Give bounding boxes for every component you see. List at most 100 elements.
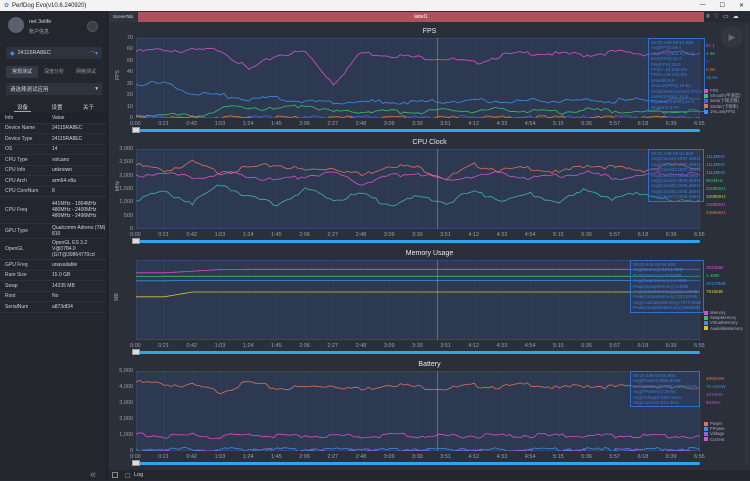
- info-key: Root: [0, 293, 52, 299]
- x-tick: 3:09: [384, 121, 395, 127]
- x-tick: 6:39: [666, 121, 677, 127]
- stat-line: Peak(AvailableMemory):8560MB: [633, 305, 701, 310]
- x-tick: 2:48: [356, 454, 367, 460]
- time-range-slider[interactable]: [136, 240, 700, 243]
- close-button[interactable]: ✕: [739, 2, 744, 9]
- time-range-slider[interactable]: [136, 129, 700, 132]
- x-tick: 2:48: [356, 232, 367, 238]
- current-value: 944mA: [706, 399, 726, 407]
- y-tick: 60: [127, 46, 133, 52]
- info-key: Device Name: [0, 125, 52, 131]
- x-tick: 0:21: [158, 121, 169, 127]
- folder-icon[interactable]: ▭: [723, 12, 729, 22]
- tab-settings[interactable]: 设置: [51, 103, 62, 112]
- plot-area[interactable]: [136, 149, 700, 229]
- slider-handle[interactable]: [132, 349, 140, 355]
- table-row: CPU Freq441MHz - 1804MHz 480MHz - 2400MH…: [0, 197, 107, 224]
- avatar[interactable]: [8, 17, 24, 33]
- current-value: 20179MB: [706, 280, 726, 288]
- collapse-sidebar-icon[interactable]: «: [90, 469, 96, 481]
- tab-bar: SceneTab label1 ⌾ ♡ ▭ ☁: [109, 12, 750, 22]
- scene-tab[interactable]: SceneTab: [109, 12, 137, 22]
- x-tick: 2:06: [299, 343, 310, 349]
- x-tick: 6:55: [694, 232, 705, 238]
- cloud-icon[interactable]: ☁: [733, 12, 739, 22]
- info-value: 24115RA8EC: [52, 136, 107, 142]
- info-tabs: 设备 设置 关于: [14, 103, 94, 112]
- log-checkbox[interactable]: [125, 473, 130, 478]
- current-value: 16.64: [706, 74, 718, 82]
- x-tick: 3:51: [440, 232, 451, 238]
- tab-normal-test[interactable]: 常规测试: [6, 66, 38, 78]
- legend-item[interactable]: AvailableMemory: [704, 326, 743, 331]
- current-value: 0.00: [706, 66, 718, 74]
- legend-item[interactable]: Current: [704, 437, 725, 442]
- tab-deep-analysis[interactable]: 深度分析: [38, 66, 70, 78]
- info-value: 8: [52, 188, 107, 194]
- x-tick: 6:55: [694, 121, 705, 127]
- plot-area[interactable]: [136, 260, 700, 340]
- x-tick: 5:36: [581, 232, 592, 238]
- record-button[interactable]: [87, 21, 98, 32]
- mode-tabs: 常规测试 深度分析 网络测试: [6, 66, 102, 78]
- x-tick: 5:36: [581, 343, 592, 349]
- pin-icon[interactable]: ♡: [714, 12, 719, 22]
- current-value: 2822MB: [706, 264, 726, 272]
- info-value: arm64-v8a: [52, 178, 107, 184]
- x-tick: 6:39: [666, 454, 677, 460]
- x-tick: 2:27: [327, 343, 338, 349]
- log-label: Log: [134, 472, 143, 478]
- table-row: GPU Frequnavailable: [0, 260, 107, 271]
- user-name: net 3elife: [29, 19, 51, 25]
- plot-area[interactable]: [136, 371, 700, 451]
- x-tick: 4:54: [525, 232, 536, 238]
- x-tick: 1:03: [215, 343, 226, 349]
- account-info-link[interactable]: 账户信息: [29, 28, 49, 35]
- window-title: PerfDog Evo(v10.6.240920): [12, 3, 86, 9]
- location-icon[interactable]: ⌾: [706, 12, 710, 22]
- info-value: unavailable: [52, 262, 107, 268]
- slider-handle[interactable]: [132, 127, 140, 133]
- x-tick: 6:18: [638, 343, 649, 349]
- x-tick: 2:27: [327, 232, 338, 238]
- slider-handle[interactable]: [132, 238, 140, 244]
- x-tick: 2:48: [356, 121, 367, 127]
- info-key: OS: [0, 146, 52, 152]
- wifi-icon: ⌔▾: [89, 49, 102, 57]
- x-tick: 4:33: [497, 121, 508, 127]
- x-tick: 3:30: [412, 454, 423, 460]
- scrollbar[interactable]: [745, 24, 749, 464]
- time-range-slider[interactable]: [136, 351, 700, 354]
- tab-about[interactable]: 关于: [83, 103, 94, 112]
- y-tick: 70: [127, 35, 133, 41]
- stats-box: 00:00.439-06:54.868Avg(Memory):2213.4MBP…: [630, 260, 704, 313]
- time-range-slider[interactable]: [136, 462, 700, 465]
- stat-line: Stutter:0.47%: [651, 105, 702, 110]
- x-tick: 1:45: [271, 232, 282, 238]
- table-row: SerialNuma873df34: [0, 302, 107, 313]
- stats-box: 00:00.439-06:54.868Avg(Power):3956.8mWSu…: [630, 371, 700, 407]
- x-tick: 2:06: [299, 454, 310, 460]
- slider-handle[interactable]: [132, 460, 140, 466]
- x-tick: 6:18: [638, 121, 649, 127]
- legend-item[interactable]: 1%Low(FPS): [704, 109, 741, 114]
- x-tick: 4:12: [468, 232, 479, 238]
- x-tick: 3:09: [384, 343, 395, 349]
- screenshot-icon[interactable]: [112, 472, 118, 478]
- device-select[interactable]: ◆ 24115RA8EC ⌔▾: [6, 47, 102, 59]
- info-value: unknown: [52, 167, 107, 173]
- chart-title: FPS: [109, 28, 750, 35]
- tab-network-test[interactable]: 网络测试: [70, 66, 102, 78]
- plot-area[interactable]: [136, 38, 700, 118]
- current-value: 2208MHz: [706, 201, 726, 209]
- maximize-button[interactable]: ☐: [720, 2, 725, 9]
- table-row: CPU Typevolcano: [0, 155, 107, 166]
- stat-line: Avg(Current):914.4mA: [633, 400, 697, 405]
- x-tick: 5:15: [553, 121, 564, 127]
- stats-box: 00:00.439-06:54.868Avg(Clock0):1037.4MHz…: [648, 149, 704, 202]
- label-tab[interactable]: label1: [138, 12, 704, 22]
- app-select[interactable]: 请选择测试应用▾: [6, 83, 102, 95]
- minimize-button[interactable]: —: [700, 2, 706, 9]
- tab-device[interactable]: 设备: [14, 103, 31, 112]
- x-tick: 2:48: [356, 343, 367, 349]
